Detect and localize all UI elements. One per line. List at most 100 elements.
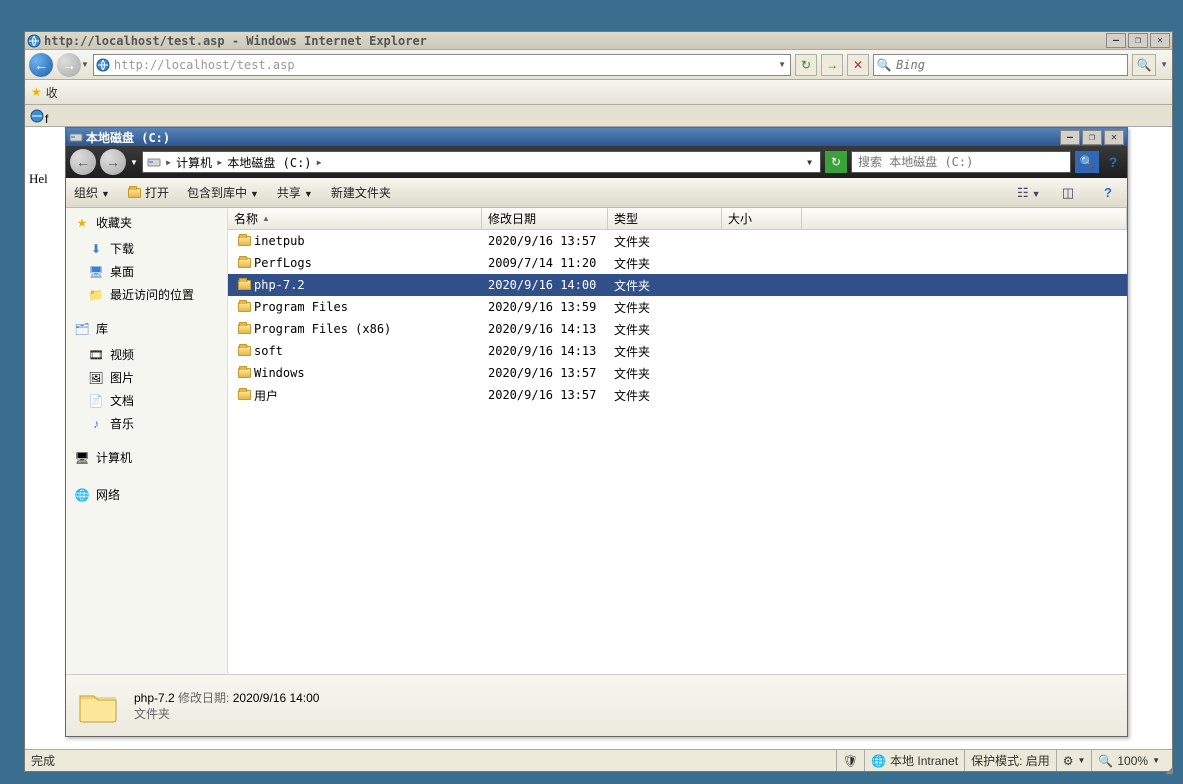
file-date: 2020/9/16 14:00 [488, 278, 614, 292]
file-date: 2020/9/16 13:57 [488, 388, 614, 402]
file-row[interactable]: soft2020/9/16 14:13文件夹 [228, 340, 1127, 362]
history-dropdown-icon[interactable]: ▼ [81, 60, 89, 69]
sidebar-libraries[interactable]: 🗂 库 [66, 314, 227, 343]
url-text[interactable]: http://localhost/test.asp [112, 58, 774, 72]
file-row[interactable]: Windows2020/9/16 13:57文件夹 [228, 362, 1127, 384]
exp-back-button[interactable]: ← [70, 149, 96, 175]
sidebar-network[interactable]: 🌐 网络 [66, 480, 227, 509]
forward-button[interactable]: → [57, 53, 81, 77]
document-icon: 📄 [88, 394, 104, 408]
picture-icon: 🖼 [88, 371, 104, 385]
column-name[interactable]: 名称▲ [228, 208, 482, 229]
file-name: soft [254, 344, 488, 358]
folder-icon [234, 368, 254, 378]
file-name: PerfLogs [254, 256, 488, 270]
file-row[interactable]: php-7.22020/9/16 14:00文件夹 [228, 274, 1127, 296]
column-size[interactable]: 大小 [722, 208, 802, 229]
sidebar-downloads[interactable]: ⬇下载 [66, 237, 227, 260]
folder-icon [234, 302, 254, 312]
file-date: 2009/7/14 11:20 [488, 256, 614, 270]
sidebar-desktop[interactable]: 🖥桌面 [66, 260, 227, 283]
tab-label[interactable]: f [45, 112, 48, 126]
status-done: 完成 [31, 752, 55, 769]
preview-pane-icon[interactable]: ◫ [1057, 185, 1079, 201]
ie-status-bar: 完成 🛡 🌐本地 Intranet 保护模式: 启用 ⚙▼ 🔍100% ▼ [25, 749, 1172, 771]
exp-refresh-button[interactable]: ↻ [825, 151, 847, 173]
breadcrumb-sep: ▸ [216, 155, 223, 169]
ie-favorites-bar: ★ 收 [25, 80, 1172, 105]
exp-forward-button[interactable]: → [100, 149, 126, 175]
search-provider-dropdown-icon[interactable]: ▼ [1160, 60, 1168, 69]
favorites-label[interactable]: 收 [46, 84, 58, 101]
folder-icon [234, 390, 254, 400]
exp-search-button[interactable]: 🔍 [1075, 151, 1099, 173]
file-row[interactable]: inetpub2020/9/16 13:57文件夹 [228, 230, 1127, 252]
details-type: 文件夹 [134, 706, 319, 722]
search-go-button[interactable]: 🔍 [1132, 54, 1156, 76]
sidebar-recent[interactable]: 📁最近访问的位置 [66, 283, 227, 306]
status-zone[interactable]: 🌐本地 Intranet [864, 750, 964, 771]
exp-close-button[interactable]: ✕ [1104, 130, 1124, 145]
breadcrumb[interactable]: ▸ 计算机 ▸ 本地磁盘 (C:) ▸ ▼ [142, 151, 821, 173]
explorer-titlebar[interactable]: 本地磁盘 (C:) — ❐ ✕ [66, 128, 1127, 146]
search-input[interactable] [894, 57, 1127, 73]
back-button[interactable]: ← [29, 53, 53, 77]
breadcrumb-drive[interactable]: 本地磁盘 (C:) [227, 154, 311, 171]
help-button[interactable]: ? [1103, 154, 1123, 170]
column-type[interactable]: 类型 [608, 208, 722, 229]
exp-search-input[interactable] [856, 154, 1066, 170]
exp-maximize-button[interactable]: ❐ [1082, 130, 1102, 145]
new-folder-button[interactable]: 新建文件夹 [331, 184, 391, 201]
help-icon[interactable]: ? [1097, 185, 1119, 200]
sidebar-documents[interactable]: 📄文档 [66, 389, 227, 412]
resize-grip[interactable]: ◢ [1165, 765, 1173, 776]
sidebar-pictures[interactable]: 🖼图片 [66, 366, 227, 389]
sidebar: ★ 收藏夹 ⬇下载 🖥桌面 📁最近访问的位置 🗂 库 🎞视频 🖼图片 📄文档 ♪… [66, 208, 228, 674]
details-date-label: 修改日期: [178, 691, 229, 705]
file-row[interactable]: Program Files (x86)2020/9/16 14:13文件夹 [228, 318, 1127, 340]
file-row[interactable]: Program Files2020/9/16 13:59文件夹 [228, 296, 1127, 318]
file-pane: 名称▲ 修改日期 类型 大小 inetpub2020/9/16 13:57文件夹… [228, 208, 1127, 674]
minimize-button[interactable]: — [1106, 33, 1126, 48]
file-type: 文件夹 [614, 343, 728, 360]
breadcrumb-dropdown-icon[interactable]: ▼ [803, 158, 816, 167]
sidebar-music[interactable]: ♪音乐 [66, 412, 227, 435]
sidebar-videos[interactable]: 🎞视频 [66, 343, 227, 366]
exp-search[interactable] [851, 151, 1071, 173]
sidebar-computer[interactable]: 🖥 计算机 [66, 443, 227, 472]
close-button[interactable]: ✕ [1150, 33, 1170, 48]
organize-menu[interactable]: 组织▼ [74, 184, 110, 201]
download-icon: ⬇ [88, 242, 104, 256]
share-menu[interactable]: 共享▼ [277, 184, 313, 201]
status-popup-icon[interactable]: 🛡 [836, 750, 864, 771]
column-date[interactable]: 修改日期 [482, 208, 608, 229]
refresh-button[interactable]: ↻ [795, 54, 817, 76]
file-row[interactable]: 用户2020/9/16 13:57文件夹 [228, 384, 1127, 406]
desktop-icon: 🖥 [88, 265, 104, 279]
file-row[interactable]: PerfLogs2009/7/14 11:20文件夹 [228, 252, 1127, 274]
status-addons-icon[interactable]: ⚙▼ [1056, 750, 1092, 771]
video-icon: 🎞 [88, 348, 104, 362]
page-icon [94, 58, 112, 72]
view-menu-icon[interactable]: ☷▼ [1017, 185, 1039, 201]
search-icon: 🔍 [874, 58, 894, 72]
explorer-toolbar: 组织▼ 打开 包含到库中▼ 共享▼ 新建文件夹 ☷▼ ◫ ? [66, 178, 1127, 208]
include-library-menu[interactable]: 包含到库中▼ [187, 184, 259, 201]
maximize-button[interactable]: ❐ [1128, 33, 1148, 48]
library-icon: 🗂 [74, 322, 90, 336]
exp-history-dropdown-icon[interactable]: ▼ [130, 158, 138, 167]
search-box[interactable]: 🔍 [873, 54, 1128, 76]
ie-titlebar[interactable]: http://localhost/test.asp - Windows Inte… [25, 32, 1172, 50]
open-button[interactable]: 打开 [128, 184, 169, 201]
stop-button[interactable]: ✕ [847, 54, 869, 76]
status-zoom[interactable]: 🔍100% ▼ [1091, 750, 1166, 771]
details-folder-icon [76, 684, 120, 728]
sidebar-favorites[interactable]: ★ 收藏夹 [66, 208, 227, 237]
url-dropdown-icon[interactable]: ▼ [774, 60, 790, 69]
tab-icon[interactable] [29, 109, 45, 126]
go-button[interactable]: → [821, 54, 843, 76]
breadcrumb-sep: ▸ [316, 155, 323, 169]
exp-minimize-button[interactable]: — [1060, 130, 1080, 145]
address-bar[interactable]: http://localhost/test.asp ▼ [93, 54, 791, 76]
breadcrumb-computer[interactable]: 计算机 [176, 154, 212, 171]
